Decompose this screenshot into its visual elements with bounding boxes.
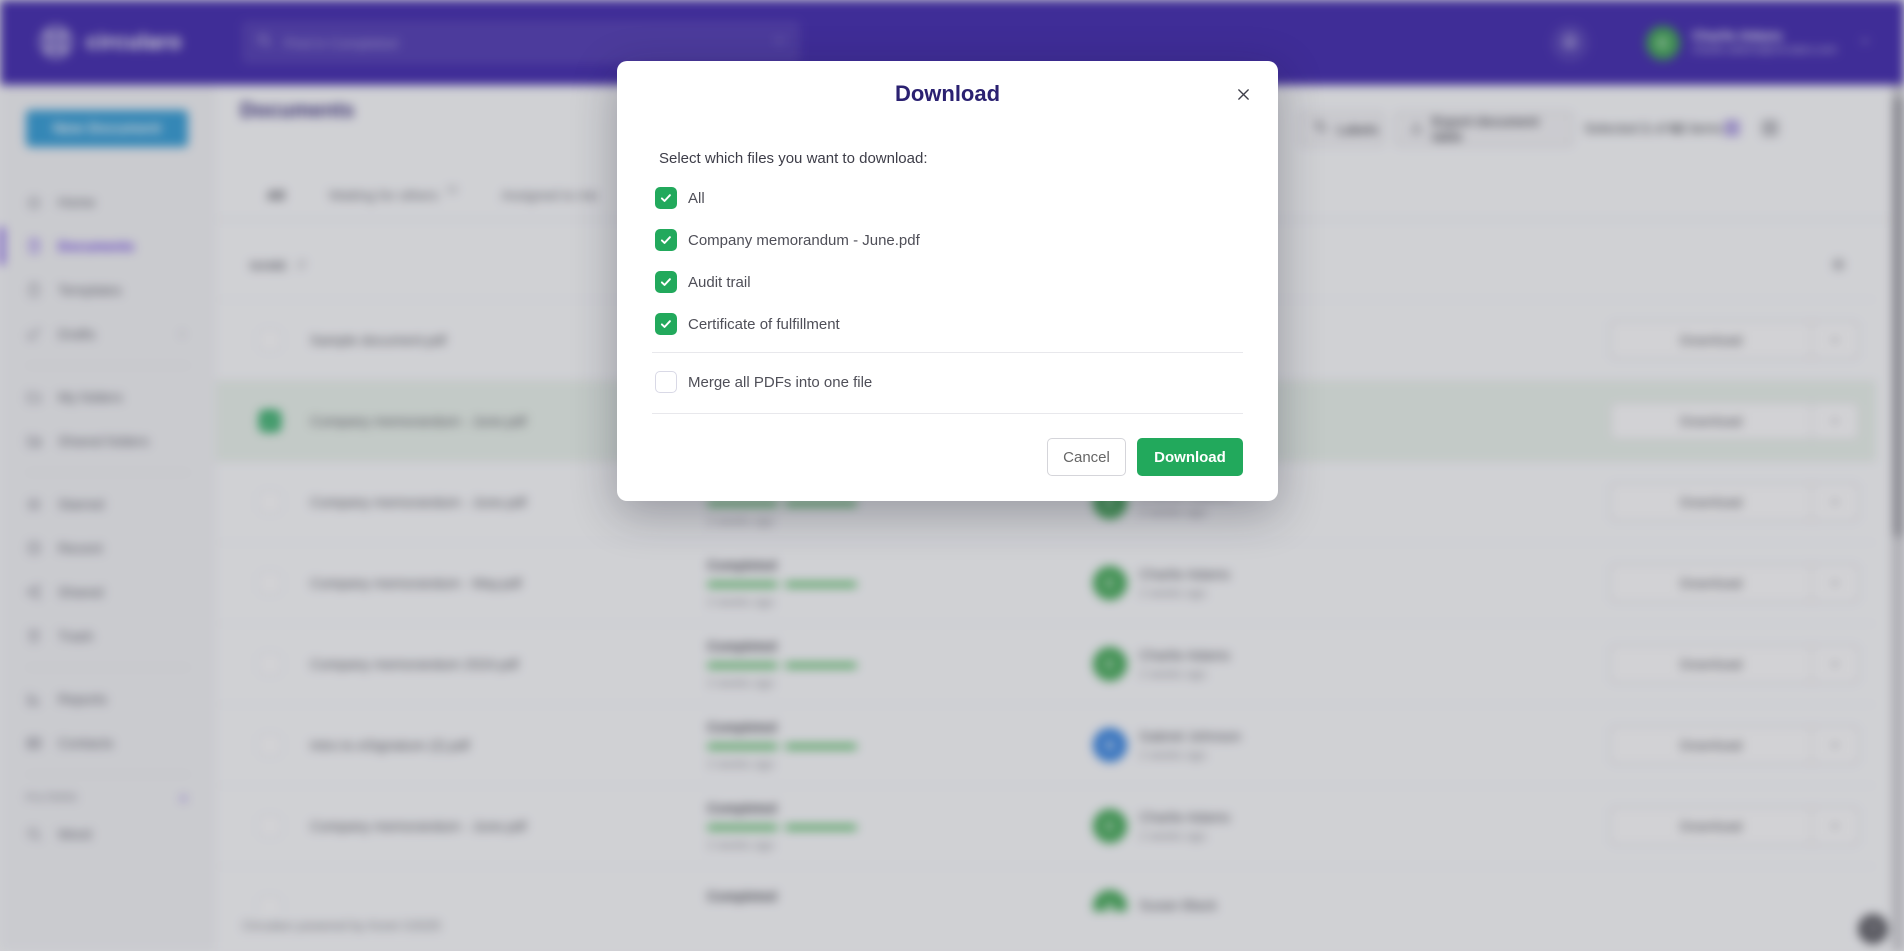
modal-divider: [652, 352, 1243, 353]
cancel-button[interactable]: Cancel: [1047, 438, 1126, 476]
option-checkbox[interactable]: [655, 229, 677, 251]
option-checkbox[interactable]: [655, 187, 677, 209]
option-label: All: [688, 190, 705, 207]
download-button[interactable]: Download: [1137, 438, 1243, 476]
option-label: Company memorandum - June.pdf: [688, 232, 920, 249]
merge-option-label: Merge all PDFs into one file: [688, 374, 872, 391]
option-checkbox[interactable]: [655, 313, 677, 335]
download-modal: Download Select which files you want to …: [617, 61, 1278, 501]
option-checkbox[interactable]: [655, 271, 677, 293]
option-label: Certificate of fulfillment: [688, 316, 840, 333]
close-icon[interactable]: [1232, 83, 1254, 105]
modal-actions: Cancel Download: [1047, 438, 1243, 476]
merge-option-row[interactable]: Merge all PDFs into one file: [655, 371, 872, 393]
download-option-company-memorandum-june-pdf[interactable]: Company memorandum - June.pdf: [655, 229, 920, 251]
option-label: Audit trail: [688, 274, 751, 291]
download-options: All Company memorandum - June.pdf Audit tr…: [655, 187, 920, 355]
download-option-audit-trail[interactable]: Audit trail: [655, 271, 920, 293]
screen: circularo C Charlie Adams charlie.adams@…: [0, 0, 1904, 951]
modal-divider: [652, 413, 1243, 414]
merge-checkbox[interactable]: [655, 371, 677, 393]
download-option-certificate-of-fulfillment[interactable]: Certificate of fulfillment: [655, 313, 920, 335]
download-option-all[interactable]: All: [655, 187, 920, 209]
modal-title: Download: [617, 81, 1278, 107]
modal-prompt: Select which files you want to download:: [659, 150, 927, 167]
